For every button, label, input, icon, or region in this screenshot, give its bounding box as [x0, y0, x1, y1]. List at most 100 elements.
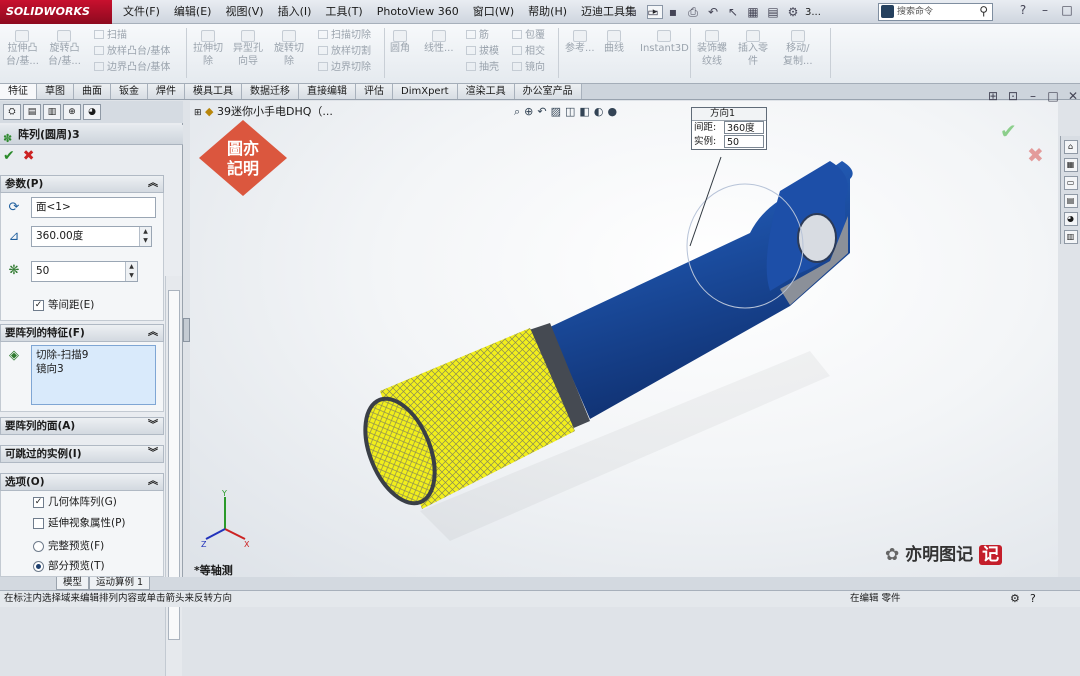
chevron-down-icon[interactable]: ︾ [148, 446, 158, 462]
ribbon-button[interactable]: 拉伸切除 [193, 30, 223, 68]
menu-item[interactable]: 视图(V) [218, 0, 270, 24]
new-document-icon[interactable]: ▫ [625, 4, 641, 20]
flashlight-model[interactable] [190, 101, 1058, 577]
design-library-icon[interactable]: ▦ [1063, 158, 1078, 172]
minimize-icon[interactable]: – [1038, 3, 1052, 17]
tab-command-manager[interactable]: 焊件 [148, 84, 185, 99]
tab-command-manager[interactable]: 渲染工具 [457, 84, 515, 99]
ribbon-small-button[interactable]: 边界切除 [318, 60, 371, 75]
section-features[interactable]: 要阵列的特征(F) ︽ [0, 324, 164, 342]
search-scope-icon[interactable] [881, 5, 894, 18]
file-properties-icon[interactable]: ▤ [765, 4, 781, 20]
appearances-icon[interactable]: ◕ [1063, 212, 1078, 226]
menu-item[interactable]: 帮助(H) [521, 0, 574, 24]
full-preview-radio[interactable]: 完整预览(F) [33, 539, 104, 553]
previous-view-icon[interactable]: ↶ [537, 105, 546, 119]
tab-command-manager[interactable]: 评估 [356, 84, 393, 99]
tab-command-manager[interactable]: 办公室产品 [514, 84, 582, 99]
ribbon-small-button[interactable]: 相交 [512, 44, 545, 59]
tab-model[interactable]: 模型 [56, 577, 90, 590]
tile-icon[interactable]: ⊞ [986, 89, 1000, 103]
section-faces[interactable]: 要阵列的面(A) ︾ [0, 417, 164, 435]
ribbon-small-button[interactable]: 镜向 [512, 60, 545, 75]
units-icon[interactable]: ⚙ [1010, 591, 1020, 607]
help-status-icon[interactable]: ? [1030, 591, 1036, 607]
feature-manager-tab-icon[interactable]: ⛭ [3, 104, 21, 120]
ribbon-button[interactable]: 旋转凸 台/基... [48, 30, 81, 68]
ribbon-button[interactable]: 圆角 [390, 30, 410, 55]
undo-icon[interactable]: ↶ [705, 4, 721, 20]
menu-item[interactable]: 文件(F) [116, 0, 167, 24]
view-palette-icon[interactable]: ▤ [1063, 194, 1078, 208]
menu-item[interactable]: 插入(I) [271, 0, 319, 24]
section-options[interactable]: 选项(O) ︽ [0, 473, 164, 491]
dimxpert-manager-tab-icon[interactable]: ⊕ [63, 104, 81, 120]
instances-spinner[interactable]: ▲ ▼ [125, 262, 137, 281]
ribbon-button[interactable]: 线性... [424, 30, 454, 55]
section-parameters[interactable]: 参数(P) ︽ [0, 175, 164, 193]
search-icon[interactable]: ⚲ [979, 3, 988, 19]
ribbon-small-button[interactable]: 放样凸台/基体 [94, 44, 170, 59]
list-item[interactable]: 镜向3 [36, 362, 151, 376]
list-item[interactable]: 切除-扫描9 [36, 348, 151, 362]
help-question-icon[interactable]: ? [1016, 3, 1030, 17]
confirm-cancel-icon[interactable]: ✖ [1027, 143, 1044, 167]
section-skip-instances[interactable]: 可跳过的实例(I) ︾ [0, 445, 164, 463]
ribbon-small-button[interactable]: 扫描 [94, 28, 127, 43]
tab-command-manager[interactable]: 特征 [0, 84, 37, 99]
ribbon-button[interactable]: 装饰螺 纹线 [697, 30, 727, 68]
restore-icon[interactable]: ⊡ [1006, 89, 1020, 103]
search-commands-input[interactable]: 搜索命令 ⚲ [878, 3, 993, 21]
panel-scrollbar[interactable] [165, 276, 182, 676]
ribbon-small-button[interactable]: 扫描切除 [318, 28, 371, 43]
ribbon-button[interactable]: Instant3D [640, 30, 689, 55]
tab-command-manager[interactable]: 直接编辑 [299, 84, 356, 99]
angle-spinner[interactable]: ▲ ▼ [139, 227, 151, 246]
file-explorer-icon[interactable]: ▭ [1063, 176, 1078, 190]
ribbon-button[interactable]: 移动/复制... [783, 30, 813, 68]
minimize-doc-icon[interactable]: – [1026, 89, 1040, 103]
propagate-visual-checkbox[interactable]: 延伸视象属性(P) [33, 516, 126, 530]
callout-spacing-input[interactable]: 360度 [724, 121, 764, 134]
rebuild-icon[interactable]: ▦ [745, 4, 761, 20]
ribbon-small-button[interactable]: 拔模 [466, 44, 499, 59]
maximize-icon[interactable]: □ [1060, 3, 1074, 17]
zoom-to-fit-icon[interactable]: ⌕ [514, 105, 520, 119]
close-doc-icon[interactable]: ✕ [1066, 89, 1080, 103]
ribbon-button[interactable]: 曲线 [604, 30, 624, 55]
pattern-callout[interactable]: 方向1 间距: 360度 实例: 50 [691, 107, 767, 150]
ribbon-small-button[interactable]: 抽壳 [466, 60, 499, 75]
geometry-pattern-checkbox[interactable]: ✓ 几何体阵列(G) [33, 495, 117, 509]
ribbon-small-button[interactable]: 放样切割 [318, 44, 371, 59]
options-icon[interactable]: ⚙ [785, 4, 801, 20]
solidworks-resources-icon[interactable]: ⌂ [1063, 140, 1078, 154]
maximize-doc-icon[interactable]: □ [1046, 89, 1060, 103]
section-view-icon[interactable]: ▨ [551, 105, 561, 119]
tab-command-manager[interactable]: 模具工具 [185, 84, 242, 99]
save-icon[interactable]: ▪ [665, 4, 681, 20]
display-style-icon[interactable]: ◧ [579, 105, 589, 119]
solidworks-logo[interactable]: SOLIDWORKS [0, 0, 112, 24]
graphics-area[interactable]: ⊞ ◆ 39迷你小手电DHQ（... ⌕ ⊕ ↶ ▨ ◫ ◧ ◐ ● 方向1 间… [190, 101, 1058, 577]
cancel-x-icon[interactable]: ✖ [23, 148, 35, 164]
equal-spacing-checkbox[interactable]: ✓ 等间距(E) [33, 298, 94, 312]
ribbon-button[interactable]: 拉伸凸 台/基... [6, 30, 39, 68]
configuration-manager-tab-icon[interactable]: ▥ [43, 104, 61, 120]
chevron-down-icon[interactable]: ︾ [148, 418, 158, 434]
chevron-up-icon[interactable]: ︽ [148, 325, 158, 341]
tab-command-manager[interactable]: DimXpert [393, 84, 458, 99]
display-manager-tab-icon[interactable]: ◕ [83, 104, 101, 120]
reverse-direction-icon[interactable]: ⟳ [6, 200, 22, 216]
menu-item[interactable]: 窗口(W) [466, 0, 521, 24]
tab-command-manager[interactable]: 曲面 [74, 84, 111, 99]
feature-tree-flyout[interactable]: ⊞ ◆ 39迷你小手电DHQ（... [194, 103, 333, 119]
view-orientation-icon[interactable]: ◫ [565, 105, 575, 119]
ribbon-button[interactable]: 旋转切除 [274, 30, 304, 68]
pattern-axis-field[interactable]: 面<1> [31, 197, 156, 218]
ribbon-button[interactable]: 插入零件 [738, 30, 768, 68]
zoom-area-icon[interactable]: ⊕ [524, 105, 533, 119]
property-manager-tab-icon[interactable]: ▤ [23, 104, 41, 120]
menu-item[interactable]: 工具(T) [318, 0, 369, 24]
instances-input[interactable]: 50 ▲ ▼ [31, 261, 138, 282]
tab-command-manager[interactable]: 钣金 [111, 84, 148, 99]
